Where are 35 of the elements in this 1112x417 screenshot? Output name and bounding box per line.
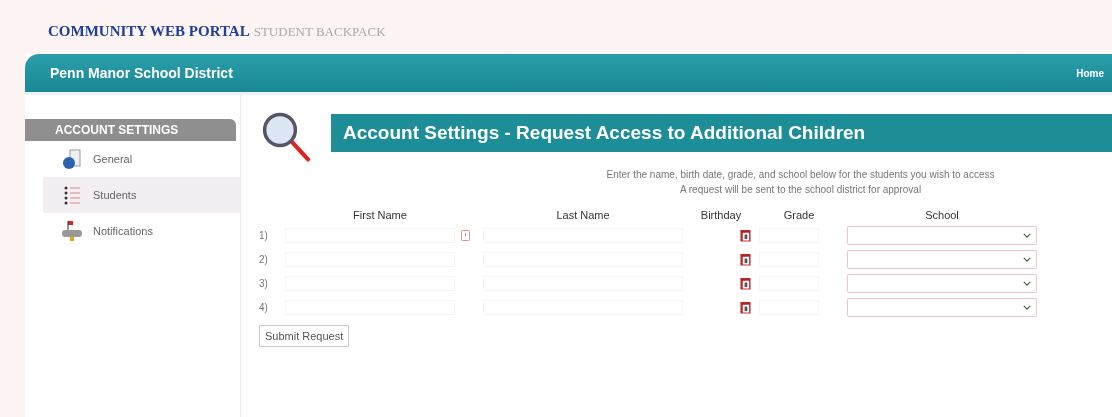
page-title: Account Settings - Request Access to Additional Children (331, 114, 1112, 152)
row-number: 3) (259, 278, 269, 289)
portal-subtitle: STUDENT BACKPACK (253, 24, 386, 39)
calendar-icon[interactable] (740, 229, 751, 242)
row-number: 4) (259, 302, 269, 313)
chevron-down-icon (1023, 281, 1031, 286)
instruction-text: A request will be sent to the school district for approval (678, 183, 923, 197)
chevron-down-icon (1023, 257, 1031, 262)
column-header: School (924, 209, 960, 221)
school-dropdown[interactable] (847, 250, 1037, 269)
mailbox-icon (61, 220, 83, 242)
chevron-down-icon (1023, 305, 1031, 310)
row-number: 2) (259, 254, 269, 265)
district-name: Penn Manor School District (50, 65, 233, 81)
sidebar-item[interactable]: Students (43, 177, 240, 213)
calendar-icon[interactable] (740, 277, 751, 290)
sidebar-heading: ACCOUNT SETTINGS (25, 119, 236, 141)
calendar-icon[interactable] (740, 253, 751, 266)
column-header: Last Name (555, 209, 611, 221)
calendar-icon[interactable] (740, 301, 751, 314)
column-header: First Name (352, 209, 408, 221)
sidebar-item[interactable]: General (43, 141, 240, 177)
home-link[interactable]: Home (1076, 67, 1104, 79)
school-dropdown[interactable] (847, 226, 1037, 245)
chevron-down-icon (1023, 233, 1031, 238)
school-dropdown[interactable] (847, 274, 1037, 293)
column-header: Birthday (699, 209, 743, 221)
portal-title: COMMUNITY WEB PORTAL (48, 23, 250, 39)
column-header: Grade (782, 209, 816, 221)
submit-request-button[interactable]: Submit Request (259, 325, 350, 347)
row-number: 1) (259, 230, 269, 241)
sidebar-item[interactable]: Notifications (43, 213, 240, 249)
school-dropdown[interactable] (847, 298, 1037, 317)
globe-document-icon (61, 148, 83, 170)
instruction-text: Enter the name, birth date, grade, and school below for the students you wish to access (605, 168, 996, 182)
